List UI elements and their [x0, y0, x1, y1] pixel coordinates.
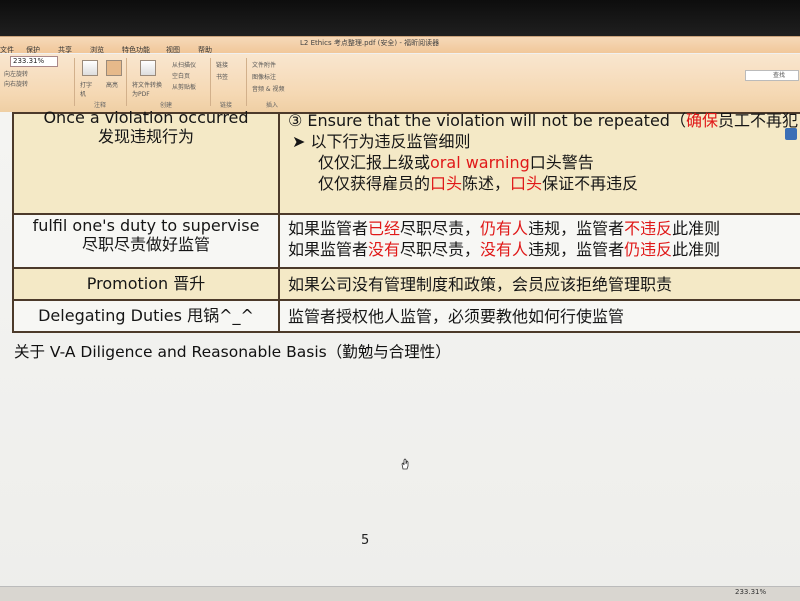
file-attachment-button[interactable]: 文件附件 [252, 60, 276, 69]
ribbon-separator [246, 58, 247, 106]
table-cell-right: 监管者授权他人监管，必须要教他如何行使监管 [278, 299, 800, 333]
monitor-bezel [0, 0, 800, 36]
row-title-zh: 尽职尽责做好监管 [81, 235, 210, 254]
table-cell-left: Delegating Duties 甩锅^_^ [12, 299, 280, 333]
table-row: Once a violation occurred 发现违规行为 ③ Ensur… [12, 108, 800, 215]
from-scanner-button[interactable]: 从扫描仪 [172, 60, 196, 69]
typewriter-icon[interactable] [82, 60, 98, 76]
rules-table: Once a violation occurred 发现违规行为 ③ Ensur… [12, 108, 800, 333]
rule-line: 监管者授权他人监管，必须要教他如何行使监管 [288, 307, 625, 326]
table-cell-right: 如果公司没有管理制度和政策，会员应该拒绝管理职责 [278, 267, 800, 301]
rule-line: 如果监管者已经尽职尽责，仍有人违规，监管者不违反此准则 [288, 219, 721, 238]
table-cell-left: Promotion 晋升 [12, 267, 280, 301]
row-title: Delegating Duties 甩锅^_^ [38, 306, 254, 325]
from-clipboard-button[interactable]: 从剪贴板 [172, 82, 196, 91]
page-number: 5 [361, 533, 370, 548]
bookmark-button[interactable]: 书签 [216, 72, 228, 81]
highlight-label: 高亮 [106, 82, 119, 89]
table-row: Delegating Duties 甩锅^_^ 监管者授权他人监管，必须要教他如… [12, 299, 800, 333]
rule-line: ③ Ensure that the violation will not be … [288, 111, 798, 130]
row-title-en: Once a violation occurred [43, 108, 249, 127]
typewriter-label: 打字机 [80, 82, 93, 98]
rule-line: ➤ 以下行为违反监管细则 [292, 132, 471, 151]
hand-cursor-icon [401, 458, 409, 470]
row-title: Promotion 晋升 [86, 274, 206, 293]
ribbon-separator [74, 58, 75, 106]
table-row: fulfil one's duty to supervise 尽职尽责做好监管 … [12, 213, 800, 269]
rotate-right-button[interactable]: 向右旋转 [4, 79, 28, 88]
scroll-handle[interactable] [785, 128, 797, 140]
image-annotation-button[interactable]: 图像标注 [252, 72, 276, 81]
convert-pdf-icon[interactable] [140, 60, 156, 76]
section-heading: 关于 V-A Diligence and Reasonable Basis（勤勉… [14, 343, 451, 361]
rule-line: 如果公司没有管理制度和政策，会员应该拒绝管理职责 [288, 275, 673, 294]
row-title-zh: 发现违规行为 [97, 127, 194, 146]
search-input[interactable] [745, 70, 799, 81]
highlight-icon[interactable] [106, 60, 122, 76]
zoom-select[interactable]: 233.31% [10, 56, 58, 67]
rotate-left-button[interactable]: 向左旋转 [4, 69, 28, 78]
app-window: L2 Ethics 考点整理.pdf (安全) - 福昕阅读器 文件 保护 共享… [0, 0, 800, 601]
table-cell-right: 如果监管者已经尽职尽责，仍有人违规，监管者不违反此准则 如果监管者没有尽职尽责，… [278, 213, 800, 269]
row-title-en: fulfil one's duty to supervise [32, 216, 260, 235]
table-cell-right: ③ Ensure that the violation will not be … [278, 111, 800, 215]
ribbon-separator [126, 58, 127, 106]
audio-video-button[interactable]: 音频 & 视频 [252, 84, 285, 93]
table-cell-left: fulfil one's duty to supervise 尽职尽责做好监管 [12, 213, 280, 269]
link-button[interactable]: 链接 [216, 60, 228, 69]
status-bar [0, 586, 800, 601]
table-cell-left: Once a violation occurred 发现违规行为 [12, 108, 280, 215]
blank-page-button[interactable]: 空白页 [172, 71, 190, 80]
rule-line: 如果监管者没有尽职尽责，没有人违规，监管者仍违反此准则 [288, 240, 721, 259]
ribbon-separator [210, 58, 211, 106]
rule-line: 仅仅汇报上级或oral warning口头警告 [318, 153, 594, 172]
search-label: 查找 [773, 72, 786, 79]
convert-pdf-button[interactable]: 将文件转换为PDF [132, 80, 162, 98]
status-zoom[interactable]: 233.31% [735, 588, 766, 596]
table-row: Promotion 晋升 如果公司没有管理制度和政策，会员应该拒绝管理职责 [12, 267, 800, 301]
rule-line: 仅仅获得雇员的口头陈述，口头保证不再违反 [318, 174, 639, 193]
